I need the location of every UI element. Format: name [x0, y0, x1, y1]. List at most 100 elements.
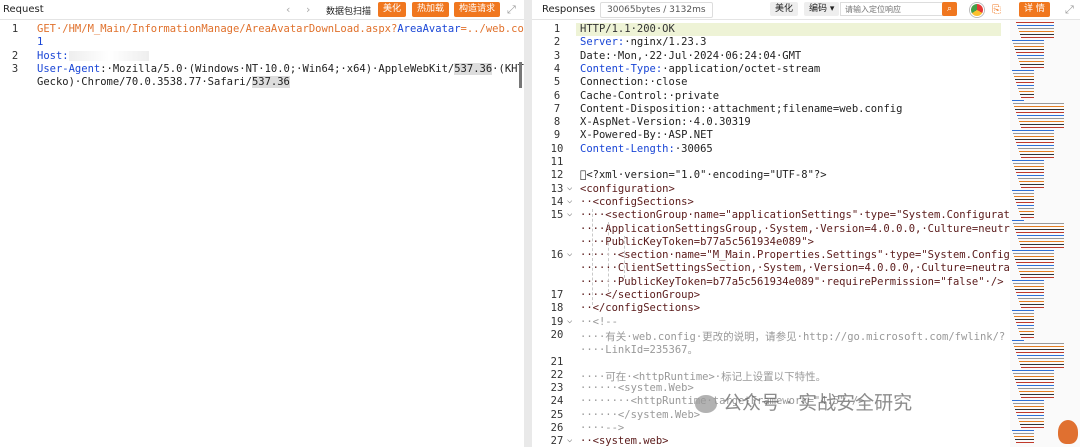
minimap-line	[1016, 172, 1044, 173]
response-line: ······<section·name="M_Main.Properties.S…	[580, 249, 1061, 262]
minimap[interactable]	[1010, 20, 1080, 447]
minimap-line	[1016, 142, 1054, 143]
expand-icon[interactable]: ⤢	[1065, 3, 1074, 17]
minimap-line	[1015, 109, 1064, 110]
minimap-line	[1012, 310, 1034, 311]
minimap-line	[1018, 238, 1064, 239]
response-editor[interactable]: 1 HTTP/1.1·200·OK 2 Server:·nginx/1.23.3 3 Da…	[532, 20, 1080, 447]
beautify-button[interactable]: 美化	[770, 2, 799, 16]
response-toolbar: Responses 30065bytes / 3132ms 美化 编码 ▾ ⌕ …	[532, 0, 1080, 20]
fold-toggle-icon[interactable]: ⌵	[567, 196, 572, 206]
minimap-line	[1013, 73, 1034, 74]
minimap-line	[1021, 427, 1044, 428]
minimap-line	[1015, 49, 1044, 50]
request-token: 537.36	[251, 76, 290, 89]
minimap-line	[1017, 325, 1034, 326]
minimap-line	[1018, 268, 1054, 269]
request-token: AreaAvatar	[397, 23, 461, 35]
response-line: Content-Type:·application/octet-stream	[580, 62, 821, 75]
build-request-button[interactable]: 构造请求	[454, 2, 501, 17]
minimap-line	[1012, 250, 1054, 251]
minimap-line	[1020, 64, 1044, 65]
indent-guide	[624, 236, 625, 278]
request-token: 537.36	[454, 62, 493, 75]
minimap-line	[1015, 379, 1054, 380]
scroll-caret[interactable]	[519, 62, 522, 88]
minimap-line	[1015, 229, 1064, 230]
pane-divider[interactable]	[524, 0, 532, 447]
minimap-line	[1013, 343, 1064, 344]
minimap-line	[1013, 163, 1044, 164]
beautify-button[interactable]: 美化	[378, 2, 407, 17]
minimap-line	[1018, 28, 1054, 29]
minimap-line	[1021, 67, 1044, 68]
fold-toggle-icon[interactable]: ⌵	[567, 183, 572, 193]
size-badge: 30065bytes / 3132ms	[600, 2, 713, 18]
request-token: Host	[37, 49, 63, 62]
minimap-line	[1014, 316, 1034, 317]
response-line: Content-Length:·30065	[580, 142, 713, 155]
line-number: 21	[550, 355, 564, 368]
response-line: <configuration>	[580, 182, 675, 195]
line-number: 7	[553, 102, 561, 115]
minimap-line	[1016, 22, 1054, 23]
fold-toggle-icon[interactable]: ⌵	[567, 249, 572, 259]
minimap-line	[1012, 100, 1024, 101]
minimap-line	[1015, 319, 1034, 320]
minimap-line	[1017, 205, 1034, 206]
response-line: Connection:·close	[580, 76, 688, 89]
minimap-line	[1012, 400, 1044, 401]
minimap-line	[1012, 430, 1034, 431]
hot-load-button[interactable]: 热加载	[412, 2, 450, 17]
minimap-line	[1019, 271, 1054, 272]
minimap-line	[1021, 157, 1054, 158]
line-number: 3	[11, 62, 19, 75]
minimap-line	[1016, 232, 1064, 233]
search-icon[interactable]: ⌕	[942, 2, 957, 16]
minimap-line	[1017, 175, 1044, 176]
nav-prev-icon[interactable]: ‹	[286, 3, 290, 16]
minimap-line	[1017, 415, 1044, 416]
request-editor[interactable]: 1 GET·/HM/M_Main/InformationManage/AreaAv…	[0, 20, 524, 447]
minimap-line	[1021, 337, 1034, 338]
minimap-line	[1014, 136, 1054, 137]
chrome-icon[interactable]	[970, 3, 984, 17]
minimap-line	[1019, 421, 1044, 422]
line-number: 11	[550, 156, 564, 168]
request-toolbar: Request ‹ › 数据包扫描 美化 热加载 构造请求 ⤢	[0, 0, 524, 20]
line-number: 20	[550, 328, 564, 341]
line-number: 1	[11, 23, 19, 35]
minimap-line	[1019, 241, 1064, 242]
minimap-line	[1015, 199, 1034, 200]
minimap-line	[1012, 40, 1044, 41]
minimap-line	[1015, 79, 1034, 80]
minimap-line	[1014, 166, 1044, 167]
response-pane: Responses 30065bytes / 3132ms 美化 编码 ▾ ⌕ …	[532, 0, 1080, 447]
minimap-line	[1015, 439, 1034, 440]
encoding-select[interactable]: 编码 ▾	[804, 2, 840, 16]
copy-icon[interactable]: ⎘	[992, 3, 1001, 17]
request-title: Request	[3, 4, 44, 15]
indent-guide	[608, 222, 609, 292]
minimap-line	[1014, 106, 1064, 107]
minimap-line	[1021, 187, 1044, 188]
fold-toggle-icon[interactable]: ⌵	[567, 435, 572, 445]
minimap-line	[1017, 295, 1044, 296]
packet-scan-button[interactable]: 数据包扫描	[326, 4, 371, 17]
expand-icon[interactable]: ⤢	[507, 3, 516, 17]
fold-toggle-icon[interactable]: ⌵	[567, 316, 572, 326]
minimap-line	[1020, 394, 1054, 395]
minimap-line	[1013, 433, 1034, 434]
locate-search-input[interactable]	[840, 2, 950, 16]
details-button[interactable]: 详 情	[1019, 2, 1050, 17]
minimap-line	[1015, 139, 1054, 140]
minimap-line	[1016, 412, 1044, 413]
minimap-line	[1018, 208, 1034, 209]
minimap-line	[1016, 202, 1034, 203]
nav-next-icon[interactable]: ›	[306, 3, 310, 16]
minimap-line	[1013, 43, 1044, 44]
response-line: ··<configSections>	[580, 195, 694, 208]
fold-toggle-icon[interactable]: ⌵	[567, 209, 572, 219]
minimap-line	[1020, 244, 1064, 245]
minimap-line	[1020, 424, 1044, 425]
